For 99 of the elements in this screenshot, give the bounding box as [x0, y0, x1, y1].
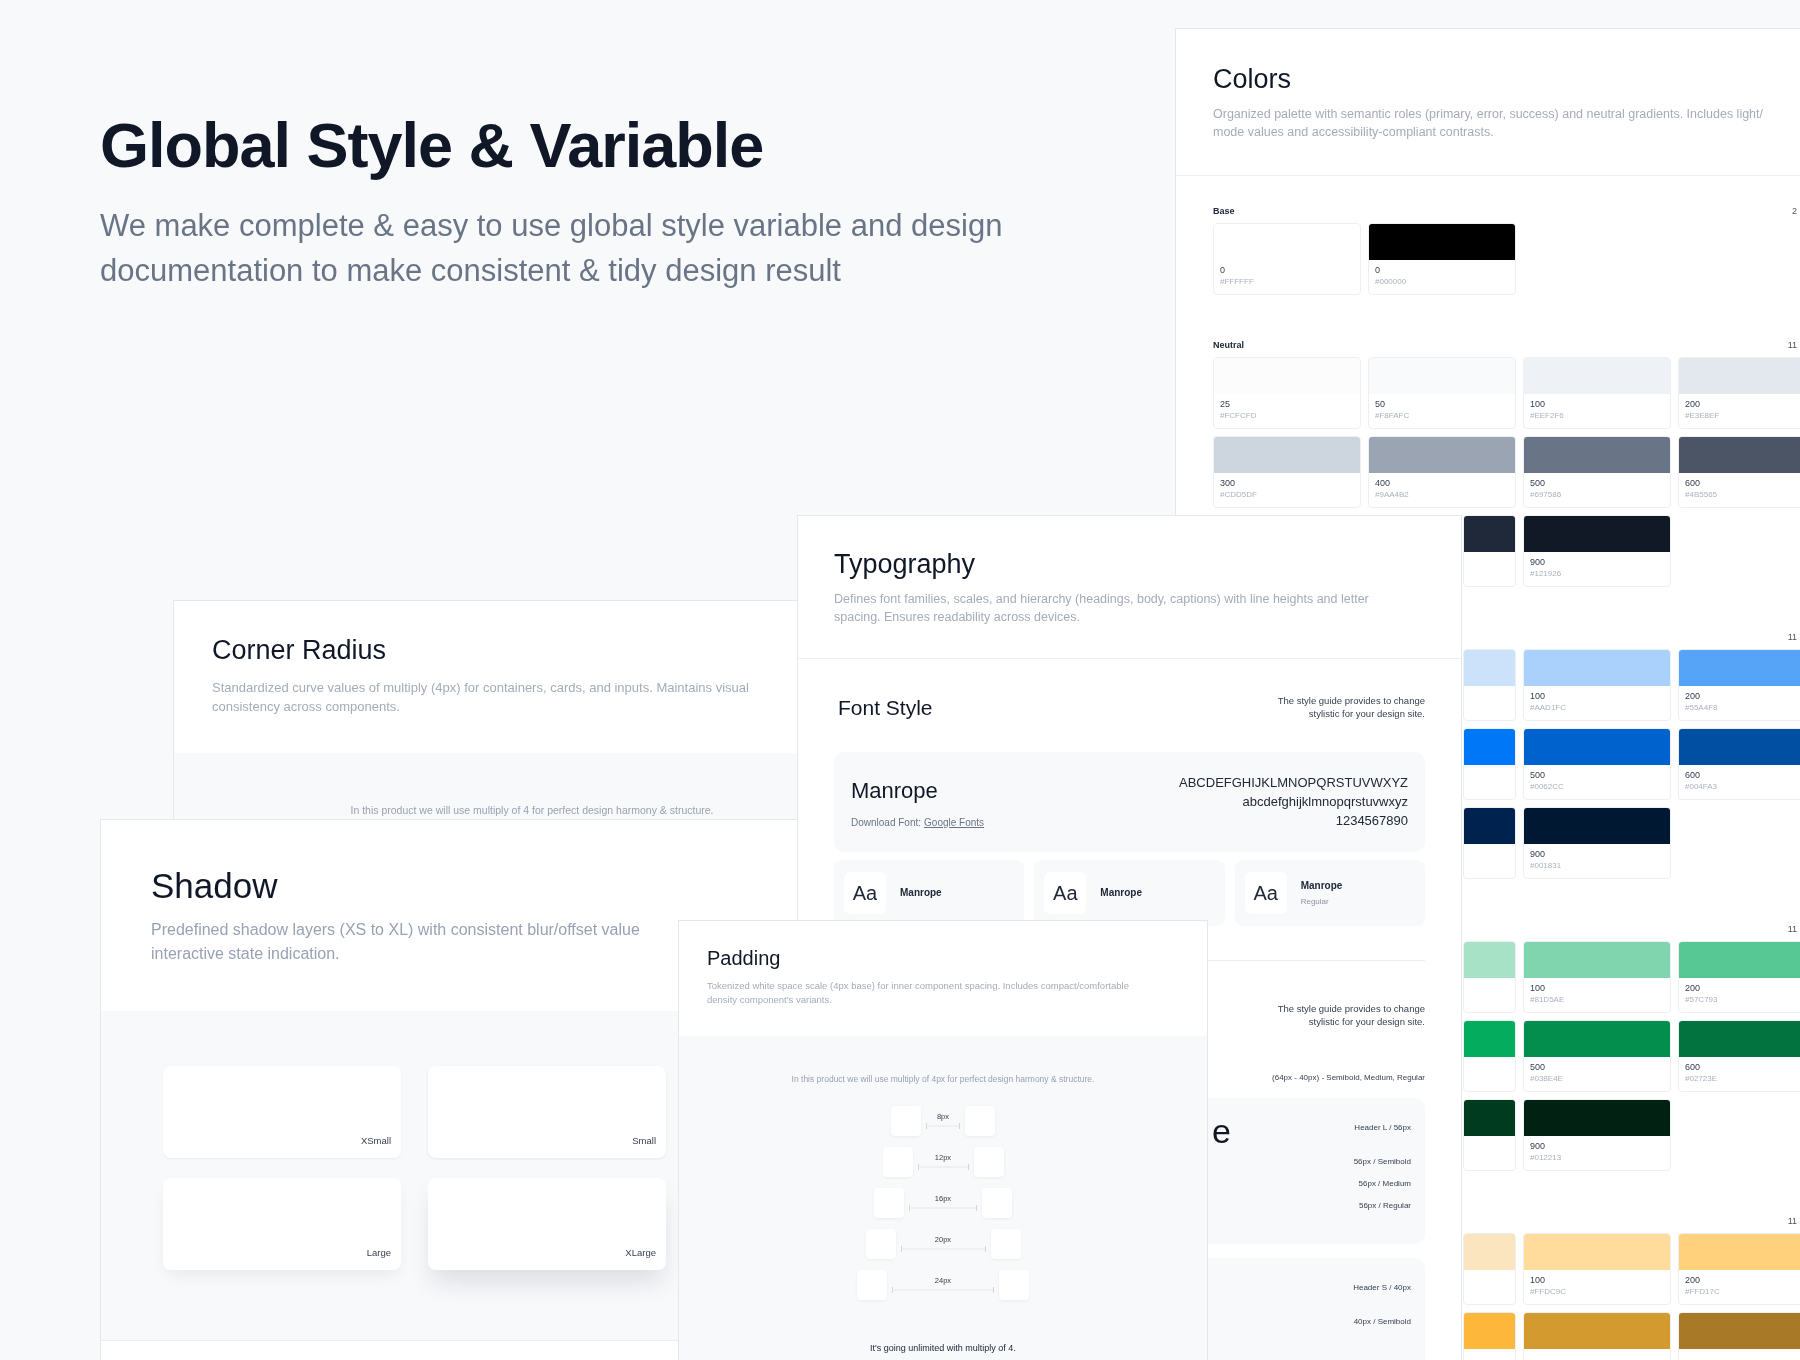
measure-line [917, 1164, 969, 1170]
swatch-hex: #FCFCFD [1220, 411, 1258, 420]
swatch-name: 600 [1685, 1062, 1702, 1072]
swatch-hex: #E3E8EF [1685, 411, 1721, 420]
swatch-hex: #57C793 [1685, 995, 1719, 1004]
card-description: Defines font families, scales, and hierarchy (headings, body, captions) with line heights and letter spacing. Ensures readability across devices. [834, 590, 1370, 626]
glyph-sample: abcdefghijklmnopqrstuvwxyz [1242, 795, 1408, 808]
card-description: Predefined shadow layers (XS to XL) with consistent blur/offset value interactive state indication. [151, 919, 640, 964]
swatch-hex: #55A4F8 [1685, 703, 1719, 712]
glyph-sample: ABCDEFGHIJKLMNOPQRSTUVWXYZ [1179, 776, 1408, 789]
swatch-name: 100 [1530, 983, 1547, 993]
swatch-name: 200 [1685, 399, 1702, 409]
swatch-hex: #012213 [1530, 1153, 1563, 1162]
measure-line [909, 1205, 977, 1211]
swatch-name: 100 [1530, 399, 1547, 409]
header-spec: Header S / 40px [1353, 1283, 1411, 1292]
page-subtitle: We make complete & easy to use global style variable and design documentation to make consistent & tidy design result [100, 206, 1003, 290]
swatch-hex: #FFD17C [1685, 1287, 1721, 1296]
swatch-hex: #4B5565 [1685, 490, 1719, 499]
swatch-hex: #FFDC9C [1530, 1287, 1567, 1296]
glyph-preview: Aa [1044, 871, 1087, 914]
download-link[interactable]: Google Fonts [924, 814, 985, 830]
group-label: Neutral [1213, 339, 1244, 352]
swatch-hex: #0062CC [1530, 782, 1565, 791]
swatch-name: 25 [1220, 399, 1231, 409]
swatch-name: 300 [1220, 478, 1237, 488]
swatch-name: 0 [1220, 265, 1226, 275]
shadow-label: XLarge [625, 1245, 656, 1260]
swatch-hex: #EEF2F6 [1530, 411, 1565, 420]
header-spec: 56px / Semibold [1353, 1157, 1411, 1166]
shadow-label: Large [366, 1245, 391, 1260]
swatch-hex: #02723E [1685, 1074, 1719, 1083]
group-count: 11 [1787, 1215, 1797, 1228]
swatch-name: 500 [1530, 1062, 1547, 1072]
swatch-name: 200 [1685, 691, 1702, 701]
swatch-hex: #9AA4B2 [1375, 490, 1410, 499]
group-count: 2 [1792, 205, 1797, 218]
swatch-name: 600 [1685, 770, 1702, 780]
weight-label: Regular [1300, 895, 1330, 908]
swatch-hex: #697586 [1530, 490, 1563, 499]
group-count: 11 [1787, 631, 1797, 644]
swatch-name: 100 [1530, 1275, 1547, 1285]
swatch-hex: #FFFFFF [1220, 277, 1255, 286]
swatch-hex: #CDD5DF [1220, 490, 1258, 499]
swatch-name: 900 [1530, 849, 1547, 859]
swatch-name: 0 [1375, 265, 1381, 275]
group-count: 11 [1787, 923, 1797, 936]
swatch-hex: #000000 [1375, 277, 1408, 286]
swatch-hex: #AAD1FC [1530, 703, 1567, 712]
card-description: Standardized curve values of multiply (4px) for containers, cards, and inputs. Maintains visual consistency across components. [212, 678, 749, 716]
download-label: Download Font: [851, 815, 922, 830]
swatch-hex: #038E4E [1530, 1074, 1564, 1083]
card-note: In this product we will use multiply of 4 for perfect design harmony & structure. [350, 803, 714, 817]
swatch-name: 400 [1375, 478, 1392, 488]
card-footer-note: It's going unlimited with multiply of 4. [870, 1341, 1016, 1355]
card-title: Colors [1213, 63, 1293, 96]
shadow-label: Small [632, 1133, 656, 1148]
swatch-name: 900 [1530, 557, 1547, 567]
section-title: Font Style [838, 695, 933, 721]
glyph-sample: 1234567890 [1335, 814, 1408, 827]
swatch-name: 200 [1685, 1275, 1702, 1285]
glyph-preview: Aa [1244, 871, 1287, 914]
weight-font-name: Manrope [1100, 886, 1142, 900]
group-count: 11 [1787, 339, 1797, 352]
header-preview: e [1212, 1113, 1231, 1148]
swatch-name: 600 [1685, 478, 1702, 488]
swatch-name: 50 [1375, 399, 1386, 409]
header-spec: Header L / 56px [1354, 1123, 1411, 1132]
swatch-hex: #001831 [1530, 861, 1563, 870]
measure-line [926, 1123, 960, 1129]
scale-range: (64px - 40px) - Semibold, Medium, Regular [1272, 1071, 1425, 1084]
weight-font-name: Manrope [1300, 878, 1343, 893]
group-label: Base [1213, 205, 1235, 218]
card-title: Corner Radius [212, 634, 388, 667]
swatch-hex: #121926 [1530, 569, 1563, 578]
section-note: The style guide provides to change stylistic for your design site. [1277, 1001, 1425, 1028]
card-title: Typography [834, 548, 977, 581]
section-note: The style guide provides to change stylistic for your design site. [1277, 694, 1425, 720]
swatch-hex: #004FA3 [1685, 782, 1719, 791]
page-title: Global Style & Variable [100, 109, 764, 182]
card-title: Shadow [151, 865, 279, 907]
swatch-name: 200 [1685, 983, 1702, 993]
card-description: Organized palette with semantic roles (primary, error, success) and neutral gradients. Includes light/ mode values and accessibility-compliant contrasts. [1213, 105, 1765, 141]
swatch-name: 900 [1530, 1141, 1547, 1151]
header-spec: 56px / Regular [1358, 1201, 1411, 1210]
card-note: In this product we will use multiply of 4px for perfect design harmony & structure. [791, 1073, 1095, 1086]
swatch-name: 500 [1530, 770, 1547, 780]
font-name: Manrope [851, 776, 939, 805]
shadow-label: XSmall [360, 1133, 391, 1148]
glyph-preview: Aa [844, 871, 886, 914]
swatch-name: 100 [1530, 691, 1547, 701]
header-spec: 40px / Semibold [1353, 1317, 1411, 1326]
weight-font-name: Manrope [900, 886, 942, 900]
card-title: Padding [707, 946, 782, 971]
swatch-hex: #81D5AE [1530, 995, 1566, 1004]
card-description: Tokenized white space scale (4px base) for inner component spacing. Includes compact/comfortable density component's variants. [707, 979, 1130, 1007]
swatch-name: 500 [1530, 478, 1547, 488]
swatch-hex: #F8FAFC [1375, 411, 1411, 420]
header-spec: 56px / Medium [1358, 1179, 1411, 1188]
